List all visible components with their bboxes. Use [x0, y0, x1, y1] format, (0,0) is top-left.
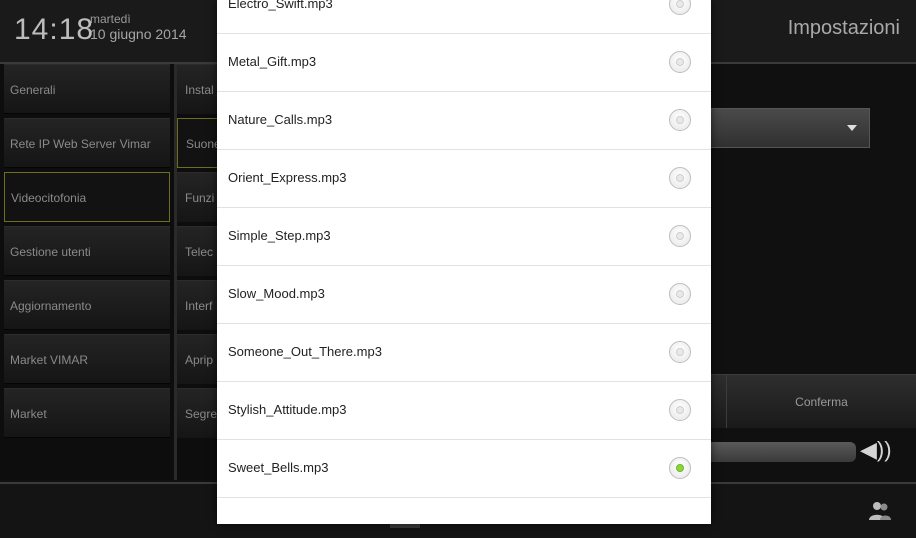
menu-item-market[interactable]: Market — [4, 388, 170, 438]
radio-button[interactable] — [669, 341, 691, 363]
ringtone-name: Someone_Out_There.mp3 — [228, 344, 382, 359]
home-handle[interactable] — [390, 524, 420, 528]
list-item[interactable]: Orient_Express.mp3 — [217, 150, 711, 208]
list-item[interactable]: Slow_Mood.mp3 — [217, 266, 711, 324]
ringtone-dropdown[interactable] — [710, 108, 870, 148]
ringtone-name: Sweet_Bells.mp3 — [228, 460, 329, 475]
ringtone-name: Metal_Gift.mp3 — [228, 54, 317, 69]
submenu-item-label: Instal — [185, 83, 214, 97]
submenu-item-apriporta[interactable]: Aprip — [177, 334, 221, 384]
page-title: Impostazioni — [787, 17, 900, 39]
confirm-button[interactable]: Conferma — [726, 374, 916, 428]
submenu-item-label: Aprip — [185, 353, 214, 367]
submenu-item-label: Telec — [185, 245, 214, 259]
submenu-item-installazione[interactable]: Instal — [177, 64, 221, 114]
submenu-item-interfonia[interactable]: Interf — [177, 280, 221, 330]
menu-item-gestione-utenti[interactable]: Gestione utenti — [4, 226, 170, 276]
list-item[interactable]: Electro_Swift.mp3 — [217, 0, 711, 34]
submenu-item-label: Suone — [186, 137, 221, 151]
radio-button[interactable] — [669, 0, 691, 15]
confirm-button-label: Conferma — [795, 395, 848, 409]
ringtone-list-dialog: Electro_Swift.mp3 Metal_Gift.mp3 Nature_… — [217, 0, 711, 524]
chevron-down-icon — [847, 125, 857, 131]
settings-screen: 14:18 martedì 10 giugno 2014 Impostazion… — [0, 0, 916, 538]
list-item[interactable]: Nature_Calls.mp3 — [217, 92, 711, 150]
ringtone-name: Stylish_Attitude.mp3 — [228, 402, 347, 417]
submenu-item-label: Segre — [185, 407, 218, 421]
list-item[interactable]: Metal_Gift.mp3 — [217, 34, 711, 92]
radio-button[interactable] — [669, 457, 691, 479]
submenu-item-segreteria[interactable]: Segre — [177, 388, 221, 438]
menu-item-generali[interactable]: Generali — [4, 64, 170, 114]
ringtone-name: Orient_Express.mp3 — [228, 170, 347, 185]
radio-button[interactable] — [669, 283, 691, 305]
menu-item-label: Generali — [10, 83, 56, 97]
menu-item-label: Market — [10, 407, 47, 421]
menu-item-videocitofonia[interactable]: Videocitofonia — [4, 172, 170, 222]
ringtone-name: Simple_Step.mp3 — [228, 228, 331, 243]
volume-slider[interactable] — [710, 442, 856, 462]
list-item[interactable]: Stylish_Attitude.mp3 — [217, 382, 711, 440]
settings-menu: Generali Rete IP Web Server Vimar Videoc… — [0, 64, 177, 480]
radio-button[interactable] — [669, 399, 691, 421]
menu-item-rete-ip[interactable]: Rete IP Web Server Vimar — [4, 118, 170, 168]
videocitofonia-submenu: Instal Suone Funzi Telec Interf Aprip Se… — [177, 64, 221, 480]
menu-item-label: Gestione utenti — [10, 245, 91, 259]
ringtone-name: Nature_Calls.mp3 — [228, 112, 333, 127]
submenu-item-label: Interf — [185, 299, 213, 313]
ringtone-name: Slow_Mood.mp3 — [228, 286, 325, 301]
volume-icon[interactable]: ◀)) — [860, 437, 892, 463]
list-item[interactable]: Sweet_Bells.mp3 — [217, 440, 711, 498]
submenu-item-label: Funzi — [185, 191, 215, 205]
date-label: 10 giugno 2014 — [90, 26, 187, 42]
submenu-item-suonerie[interactable]: Suone — [177, 118, 221, 168]
menu-item-label: Aggiornamento — [10, 299, 92, 313]
confirm-bar-segment — [710, 374, 726, 428]
weekday-label: martedì — [90, 12, 131, 26]
radio-button[interactable] — [669, 167, 691, 189]
users-icon[interactable] — [868, 501, 892, 521]
radio-button[interactable] — [669, 225, 691, 247]
clock: 14:18 — [14, 13, 95, 46]
menu-item-label: Videocitofonia — [11, 191, 87, 205]
submenu-item-funzioni[interactable]: Funzi — [177, 172, 221, 222]
submenu-item-telecamere[interactable]: Telec — [177, 226, 221, 276]
menu-item-market-vimar[interactable]: Market VIMAR — [4, 334, 170, 384]
menu-item-aggiornamento[interactable]: Aggiornamento — [4, 280, 170, 330]
radio-button[interactable] — [669, 51, 691, 73]
list-item[interactable]: Simple_Step.mp3 — [217, 208, 711, 266]
radio-button[interactable] — [669, 109, 691, 131]
menu-item-label: Rete IP Web Server Vimar — [10, 137, 151, 151]
list-item[interactable]: Someone_Out_There.mp3 — [217, 324, 711, 382]
ringtone-name: Electro_Swift.mp3 — [228, 0, 333, 11]
menu-item-label: Market VIMAR — [10, 353, 89, 367]
